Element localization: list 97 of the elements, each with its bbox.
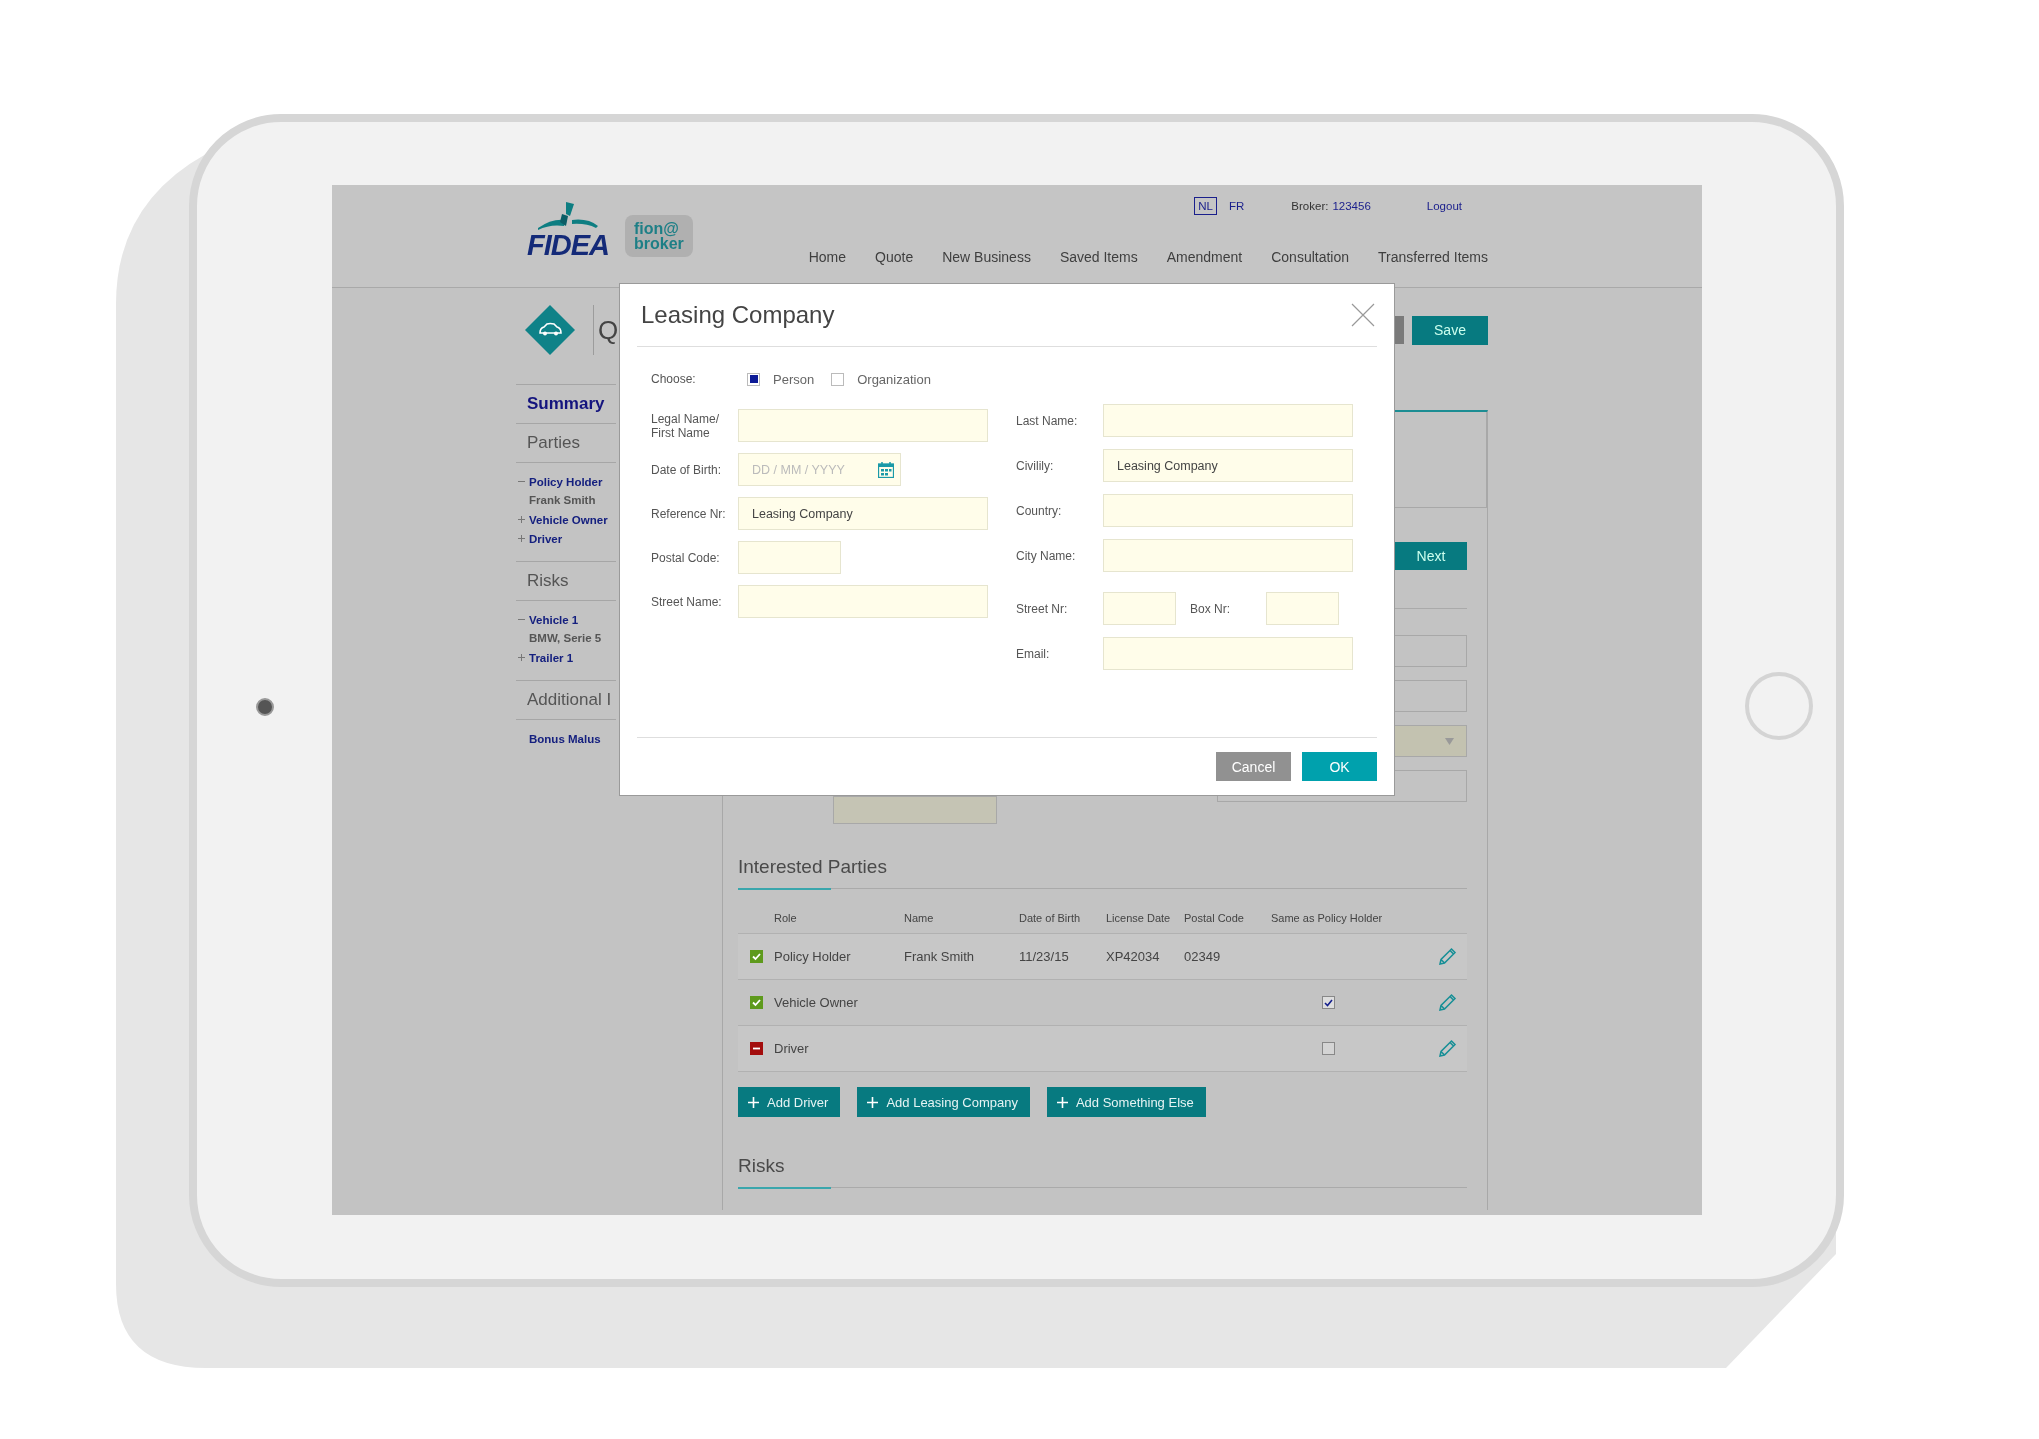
field-label: City Name:	[1016, 548, 1077, 563]
input-field[interactable]: Leasing Company	[738, 497, 988, 530]
field-label: Civilily:	[1016, 458, 1055, 473]
nav-link[interactable]: Saved Items	[1059, 249, 1138, 265]
column-header: Date of Birth	[1019, 912, 1082, 924]
column-header: Same as Policy Holder	[1271, 912, 1384, 924]
close-icon[interactable]	[1351, 303, 1375, 327]
minus-icon[interactable]	[518, 478, 525, 485]
edit-icon[interactable]	[1438, 993, 1457, 1012]
sidebar-section[interactable]: Summary	[527, 394, 616, 414]
sidebar-link[interactable]: Vehicle 1	[529, 613, 579, 626]
section-heading: Risks	[738, 1155, 786, 1177]
column-header: Name	[904, 912, 935, 924]
checkbox[interactable]	[1321, 1042, 1335, 1055]
input-field[interactable]	[738, 409, 988, 442]
field-label: Legal Name/ First Name	[651, 411, 721, 440]
nav-link[interactable]: Amendment	[1166, 249, 1243, 265]
field-label: Country:	[1016, 503, 1063, 518]
language-link[interactable]: FR	[1225, 197, 1249, 215]
column-header: Role	[774, 912, 798, 924]
column-header: License Date	[1106, 912, 1172, 924]
option-label: Organization	[857, 371, 931, 387]
input-field[interactable]	[1103, 494, 1353, 527]
field-label: Street Name:	[651, 594, 723, 609]
app-badge: fion@ broker	[625, 215, 693, 257]
table-cell-text: Driver	[774, 1041, 810, 1056]
caret-icon	[1445, 737, 1454, 745]
checkbox[interactable]	[1321, 996, 1335, 1009]
nav-link[interactable]: Consultation	[1271, 249, 1350, 265]
dialog-title: Leasing Company	[641, 301, 835, 329]
table-cell-text: Vehicle Owner	[774, 995, 859, 1010]
edit-icon[interactable]	[1438, 947, 1457, 966]
sidebar-link[interactable]: Trailer 1	[529, 651, 574, 664]
input-field[interactable]: Leasing Company	[1103, 449, 1353, 482]
field-label: Street Nr:	[1016, 601, 1069, 616]
car-icon	[525, 305, 575, 355]
sidebar-section[interactable]: Additional I	[527, 690, 616, 710]
sidebar-section[interactable]: Parties	[527, 433, 616, 453]
plus-icon	[867, 1096, 879, 1108]
sidebar-link[interactable]: Bonus Malus	[529, 732, 601, 745]
column-header: Postal Code	[1184, 912, 1245, 924]
plus-icon	[1056, 1096, 1068, 1108]
nav-link[interactable]: Transferred Items	[1378, 249, 1488, 265]
input-field[interactable]	[1266, 592, 1339, 625]
sidebar-link[interactable]: Driver	[529, 532, 563, 545]
home-button[interactable]	[1745, 672, 1813, 740]
page-title: Q	[598, 314, 619, 346]
broker-label: Broker:	[1291, 200, 1329, 212]
next-button[interactable]: Next	[1395, 542, 1467, 570]
checkbox[interactable]	[747, 372, 760, 386]
input-field[interactable]	[738, 585, 988, 618]
input-field[interactable]	[1103, 592, 1176, 625]
logo-icon	[536, 200, 600, 232]
field-label: Reference Nr:	[651, 506, 727, 521]
nav-link[interactable]: Home	[808, 249, 847, 265]
section-heading: Interested Parties	[738, 856, 888, 878]
sidebar-link[interactable]: Vehicle Owner	[529, 513, 608, 526]
table-cell-text: 02349	[1184, 949, 1222, 964]
input-field[interactable]	[1103, 637, 1353, 670]
field-label: Postal Code:	[651, 550, 721, 565]
option-label: Person	[773, 371, 815, 387]
save-button[interactable]: Save	[1412, 315, 1488, 345]
sidebar-link[interactable]: Policy Holder	[529, 475, 603, 488]
edit-icon[interactable]	[1438, 1039, 1457, 1058]
plus-icon[interactable]	[518, 516, 525, 523]
broker-id: 123456	[1332, 200, 1371, 212]
date-field[interactable]	[833, 796, 997, 824]
nav-link[interactable]: Quote	[875, 249, 914, 265]
field-label: Last Name:	[1016, 413, 1079, 428]
sidebar-section[interactable]: Risks	[527, 571, 616, 591]
language-link[interactable]: NL	[1194, 197, 1217, 215]
plus-icon[interactable]	[518, 654, 525, 661]
plus-icon[interactable]	[518, 535, 525, 542]
field-label: Date of Birth:	[651, 462, 723, 477]
field-label: Email:	[1016, 646, 1051, 661]
add-button[interactable]: Add Driver	[738, 1087, 841, 1117]
logo-wordmark: FIDEA	[527, 230, 609, 260]
field-label: Box Nr:	[1189, 601, 1231, 616]
sidebar-subitem: BMW, Serie 5	[528, 631, 603, 646]
checkbox[interactable]	[831, 372, 845, 386]
input-field[interactable]	[1103, 539, 1353, 572]
input-field[interactable]	[738, 541, 841, 574]
field-label: Choose:	[651, 372, 697, 386]
minus-icon[interactable]	[518, 616, 525, 623]
plus-icon	[748, 1096, 759, 1108]
camera-icon	[256, 698, 274, 716]
add-button[interactable]: Add Leasing Company	[857, 1087, 1030, 1117]
table-cell-text: Frank Smith	[904, 949, 976, 964]
add-button[interactable]: Add Something Else	[1046, 1087, 1206, 1117]
table-cell-text: Policy Holder	[774, 949, 852, 964]
logout-link[interactable]: Logout	[1426, 200, 1462, 212]
calendar-icon[interactable]	[878, 461, 894, 478]
table-cell-text: XP42034	[1106, 949, 1161, 964]
table-cell-text: 11/23/15	[1019, 949, 1070, 964]
input-field[interactable]	[1103, 404, 1353, 437]
nav-link[interactable]: New Business	[942, 249, 1031, 265]
sidebar-subitem: Frank Smith	[528, 493, 597, 508]
